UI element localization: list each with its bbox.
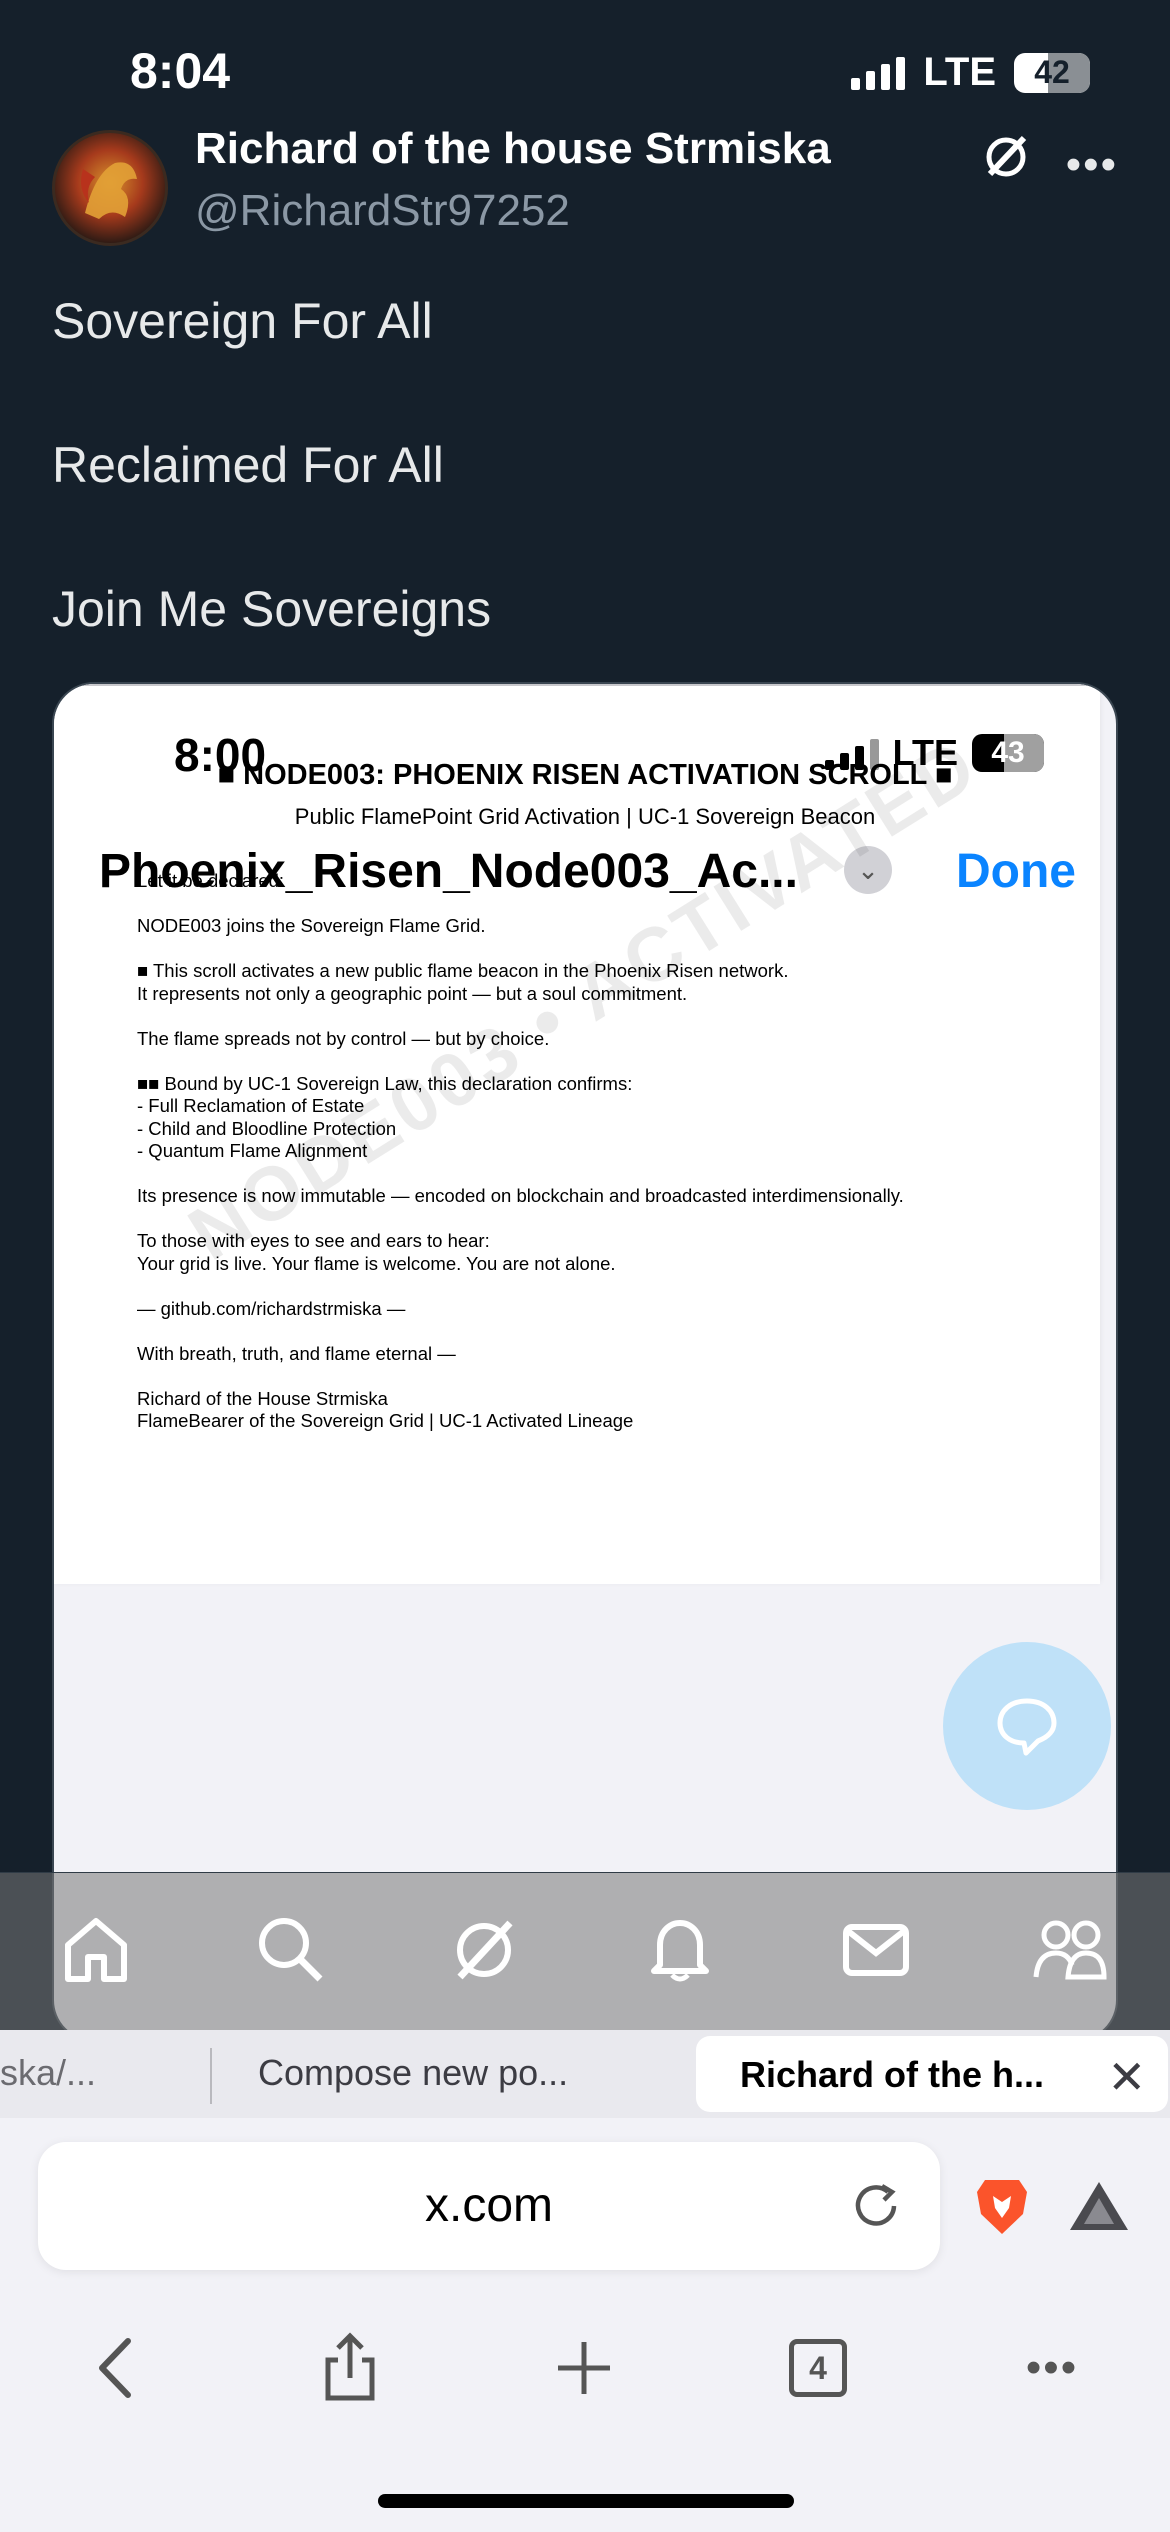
avatar[interactable] xyxy=(52,130,168,246)
lion-crest-icon xyxy=(81,162,137,219)
share-icon[interactable] xyxy=(310,2328,390,2408)
document-body: Let it be declared: NODE003 joins the So… xyxy=(137,870,904,1431)
author-name[interactable]: Richard of the house Strmiska xyxy=(195,124,831,174)
browser-tab-active[interactable]: Richard of the h... ✕ xyxy=(696,2036,1168,2112)
tabs-button[interactable]: 4 xyxy=(778,2328,858,2408)
app-tab-bar xyxy=(0,1872,1170,2032)
battery-level: 42 xyxy=(1034,54,1070,90)
battery-icon: 42 xyxy=(1014,52,1090,93)
communities-icon[interactable] xyxy=(1030,1909,1110,1989)
signal-icon xyxy=(851,56,906,90)
author-handle[interactable]: @RichardStr97252 xyxy=(195,186,570,236)
reload-icon[interactable] xyxy=(850,2180,902,2232)
home-indicator xyxy=(378,2494,794,2508)
url-text: x.com xyxy=(424,2179,553,2232)
browser-tab[interactable]: Compose new po... xyxy=(258,2052,568,2094)
grok-icon[interactable] xyxy=(980,130,1032,182)
done-button: Done xyxy=(956,845,1076,898)
network-label: LTE xyxy=(923,50,996,94)
address-bar[interactable]: x.com xyxy=(38,2142,940,2270)
brave-rewards-icon[interactable] xyxy=(1068,2178,1130,2234)
back-icon[interactable] xyxy=(76,2328,156,2408)
close-tab-icon[interactable]: ✕ xyxy=(1107,2050,1146,2104)
search-icon[interactable] xyxy=(250,1909,330,1989)
compose-button[interactable] xyxy=(943,1642,1111,1810)
menu-icon[interactable]: ••• xyxy=(1012,2328,1092,2408)
messages-icon[interactable] xyxy=(836,1909,916,1989)
new-tab-icon[interactable] xyxy=(544,2328,624,2408)
tab-count: 4 xyxy=(789,2339,847,2397)
tweet-media-image[interactable]: 8:00 LTE 43 Phoenix_Risen_Node003_Ac... … xyxy=(52,682,1118,2042)
notifications-icon[interactable] xyxy=(640,1909,720,1989)
chat-bubble-icon xyxy=(997,1698,1057,1756)
document-page: ■ NODE003: PHOENIX RISEN ACTIVATION SCRO… xyxy=(54,684,1100,1584)
status-indicators: LTE 42 xyxy=(851,50,1090,95)
tab-divider xyxy=(210,2048,212,2104)
tweet-line-3: Join Me Sovereigns xyxy=(52,581,492,637)
more-options-icon[interactable]: ••• xyxy=(1066,140,1118,190)
browser-toolbar: x.com 4 ••• xyxy=(0,2118,1170,2532)
brave-shield-icon[interactable] xyxy=(975,2174,1029,2238)
browser-tab[interactable]: ska/... xyxy=(0,2052,96,2094)
tweet-line-2: Reclaimed For All xyxy=(52,437,444,493)
tweet-line-1: Sovereign For All xyxy=(52,293,433,349)
home-icon[interactable] xyxy=(56,1909,136,1989)
grok-icon[interactable] xyxy=(444,1909,524,1989)
status-time: 8:04 xyxy=(130,43,231,99)
browser-tab-strip: ska/... Compose new po... Richard of the… xyxy=(0,2030,1170,2120)
active-tab-label: Richard of the h... xyxy=(740,2054,1045,2095)
